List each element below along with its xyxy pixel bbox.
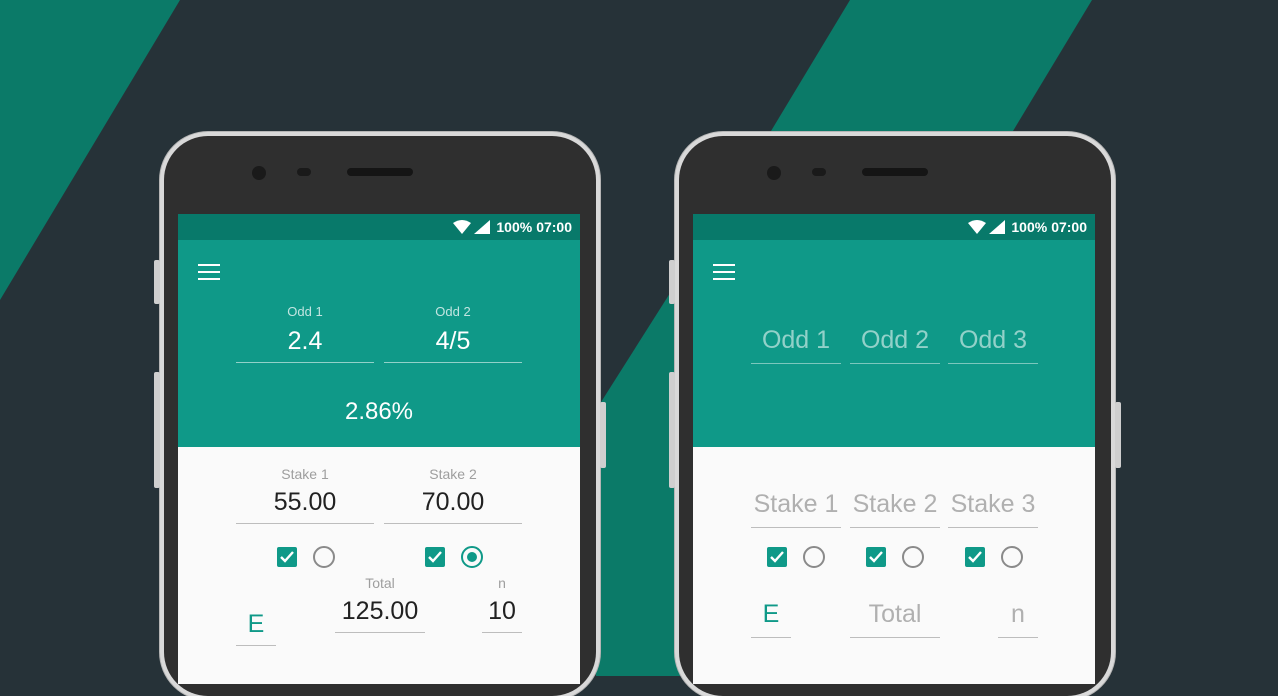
n-placeholder: n	[1011, 600, 1025, 628]
stake-1-field[interactable]: Stake 1 55.00	[236, 466, 374, 524]
stake-2-checkbox[interactable]	[866, 547, 886, 567]
app-bar: Odd 1 Odd 2 Odd 3	[693, 240, 1095, 447]
n-input[interactable]: n	[998, 600, 1038, 638]
mode-field[interactable]: E	[751, 600, 791, 638]
odd-1-field[interactable]: Odd 1 2.4	[236, 304, 374, 363]
speaker	[347, 168, 413, 176]
status-bar: 100% 07:00	[693, 214, 1095, 240]
stake-1-value[interactable]: 55.00	[236, 488, 374, 517]
clock: 07:00	[536, 219, 572, 235]
odd-1-label: Odd 1	[287, 304, 323, 319]
battery-text: 100%	[496, 219, 533, 235]
total-value[interactable]: 125.00	[335, 597, 425, 626]
stake-3-input[interactable]: Stake 3	[948, 490, 1038, 528]
speaker	[862, 168, 928, 176]
wifi-icon	[968, 220, 987, 234]
odd-2-field[interactable]: Odd 2 4/5	[384, 304, 522, 363]
odd-1-value[interactable]: 2.4	[236, 327, 374, 356]
app-bar: Odd 1 2.4 Odd 2 4/5 2.86%	[178, 240, 580, 447]
odd-2-label: Odd 2	[435, 304, 471, 319]
odd-1-input[interactable]: Odd 1	[751, 326, 841, 364]
signal-icon	[989, 220, 1006, 234]
stake-3-checkbox[interactable]	[965, 547, 985, 567]
stake-1-checkbox[interactable]	[767, 547, 787, 567]
front-camera	[252, 166, 266, 180]
stake-2-radio[interactable]	[461, 546, 483, 568]
mode-value[interactable]: E	[236, 610, 276, 639]
stake-1-checkbox[interactable]	[277, 547, 297, 567]
mode-field[interactable]: E	[236, 588, 276, 646]
menu-icon[interactable]	[713, 264, 735, 280]
odd-2-placeholder: Odd 2	[860, 326, 930, 354]
stake-2-checkbox[interactable]	[425, 547, 445, 567]
menu-icon[interactable]	[198, 264, 220, 280]
odd-2-value[interactable]: 4/5	[384, 327, 522, 356]
battery-text: 100%	[1011, 219, 1048, 235]
odd-3-placeholder: Odd 3	[958, 326, 1028, 354]
side-button	[154, 372, 160, 488]
arbitrage-percentage: 2.86%	[344, 398, 414, 425]
status-bar: 100% 07:00	[178, 214, 580, 240]
stake-2-field[interactable]: Stake 2 70.00	[384, 466, 522, 524]
total-label: Total	[365, 575, 395, 591]
phone-left: 100% 07:00 Odd 1 2.4 Odd 2 4/5 2.86% Sta…	[154, 136, 606, 696]
stake-1-label: Stake 1	[281, 466, 329, 482]
n-field[interactable]: n 10	[482, 575, 522, 633]
stake-2-label: Stake 2	[429, 466, 477, 482]
mode-value[interactable]: E	[751, 600, 791, 629]
phone-right: 100% 07:00 Odd 1 Odd 2 Odd 3 Stake 1 Sta…	[669, 136, 1121, 696]
stake-2-input[interactable]: Stake 2	[850, 490, 940, 528]
stake-2-radio[interactable]	[902, 546, 924, 568]
total-input[interactable]: Total	[850, 600, 940, 638]
signal-icon	[474, 220, 491, 234]
total-placeholder: Total	[868, 600, 922, 628]
screen: 100% 07:00 Odd 1 2.4 Odd 2 4/5 2.86% Sta…	[178, 214, 580, 684]
stake-3-placeholder: Stake 3	[950, 490, 1036, 518]
stake-1-placeholder: Stake 1	[753, 490, 839, 518]
screen: 100% 07:00 Odd 1 Odd 2 Odd 3 Stake 1 Sta…	[693, 214, 1095, 684]
odd-1-placeholder: Odd 1	[761, 326, 831, 354]
volume-button	[154, 260, 160, 304]
n-label: n	[498, 575, 506, 591]
stake-1-radio[interactable]	[313, 546, 335, 568]
wifi-icon	[453, 220, 472, 234]
power-button	[600, 402, 606, 468]
n-value[interactable]: 10	[482, 597, 522, 626]
stake-1-input[interactable]: Stake 1	[751, 490, 841, 528]
odd-2-input[interactable]: Odd 2	[850, 326, 940, 364]
power-button	[1115, 402, 1121, 468]
sensor	[812, 168, 826, 176]
clock: 07:00	[1051, 219, 1087, 235]
front-camera	[767, 166, 781, 180]
stake-2-placeholder: Stake 2	[852, 490, 938, 518]
stake-3-radio[interactable]	[1001, 546, 1023, 568]
odd-3-input[interactable]: Odd 3	[948, 326, 1038, 364]
side-button	[669, 372, 675, 488]
sensor	[297, 168, 311, 176]
total-field[interactable]: Total 125.00	[335, 575, 425, 633]
volume-button	[669, 260, 675, 304]
stake-2-value[interactable]: 70.00	[384, 488, 522, 517]
stake-1-radio[interactable]	[803, 546, 825, 568]
